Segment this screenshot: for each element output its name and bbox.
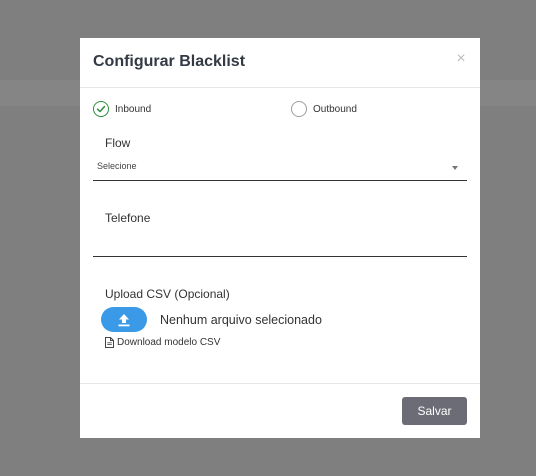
file-status-text: Nenhum arquivo selecionado [160,313,322,327]
direction-radio-group: Inbound Outbound [80,101,480,119]
radio-checked-indicator[interactable] [93,101,109,117]
radio-inbound-label: Inbound [115,103,152,115]
download-template-link[interactable]: Download modelo CSV [105,337,220,348]
file-icon [105,337,114,348]
radio-outbound-label: Outbound [313,103,357,115]
check-icon [96,105,106,113]
flow-select-value: Selecione [97,161,137,171]
modal-footer: Salvar [80,383,480,438]
flow-select[interactable]: Selecione [93,160,467,181]
modal-header: Configurar Blacklist × [80,38,480,88]
telefone-label: Telefone [105,211,151,225]
close-icon[interactable]: × [455,51,467,67]
configurar-blacklist-modal: Configurar Blacklist × Inbound Outbound … [80,38,480,438]
upload-icon [118,313,130,326]
radio-inbound[interactable]: Inbound [93,101,151,117]
chevron-down-icon [452,166,458,170]
radio-outbound[interactable]: Outbound [291,101,357,117]
telefone-input[interactable] [93,232,467,257]
save-button[interactable]: Salvar [402,397,467,425]
modal-title: Configurar Blacklist [93,53,246,70]
upload-button[interactable] [101,307,147,332]
download-template-label: Download modelo CSV [117,337,221,348]
upload-csv-label: Upload CSV (Opcional) [105,287,230,301]
radio-unchecked-indicator[interactable] [291,101,307,117]
flow-label: Flow [105,136,131,150]
